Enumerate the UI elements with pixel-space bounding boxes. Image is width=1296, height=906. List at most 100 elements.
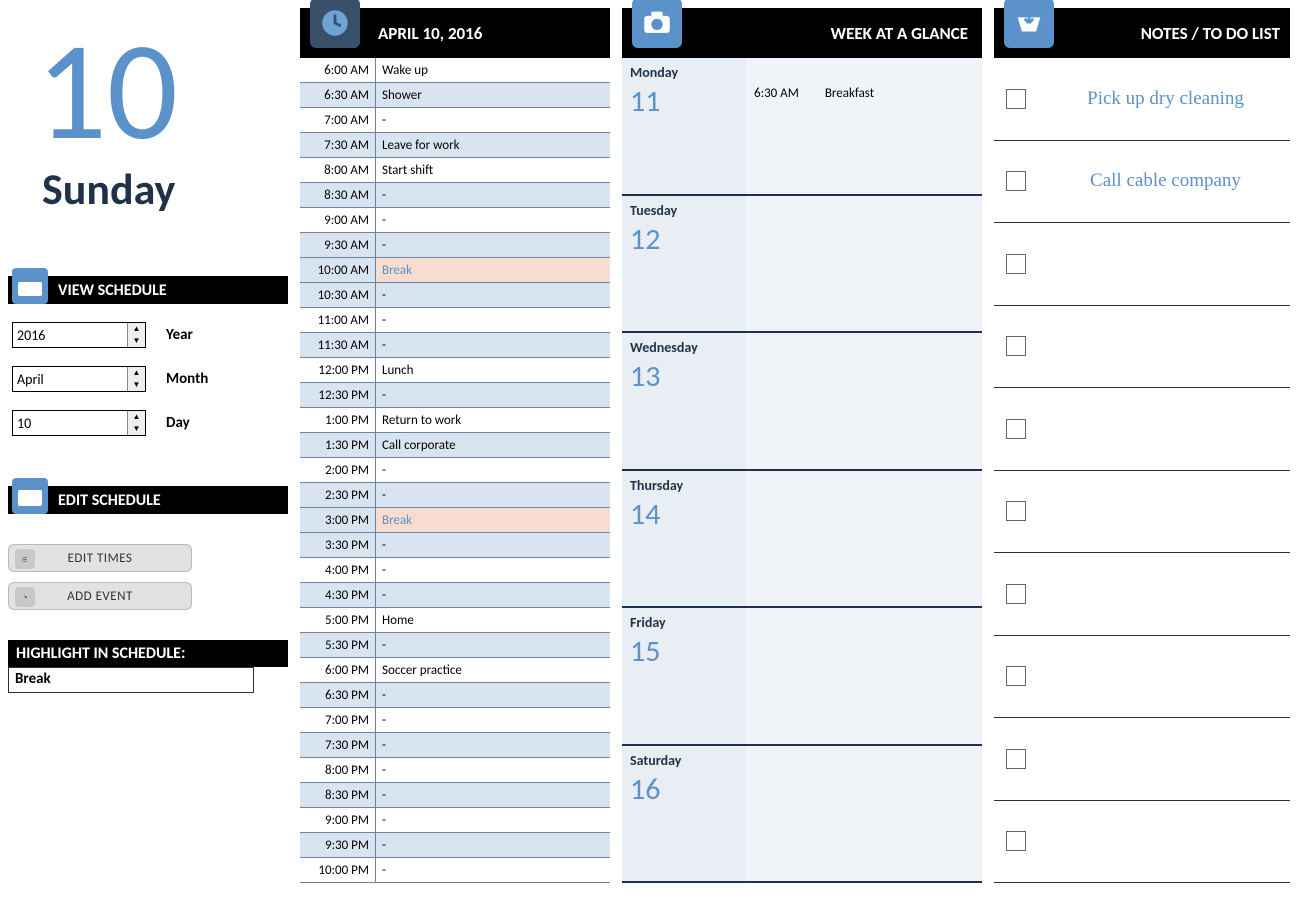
- day-spinner[interactable]: 10 ▲▼: [12, 410, 146, 436]
- schedule-event: -: [376, 208, 610, 232]
- schedule-time: 12:00 PM: [300, 358, 376, 382]
- schedule-event: -: [376, 833, 610, 857]
- schedule-time: 3:00 PM: [300, 508, 376, 532]
- schedule-event: -: [376, 333, 610, 357]
- schedule-row[interactable]: 6:00 PMSoccer practice: [300, 658, 610, 683]
- month-down-icon[interactable]: ▼: [128, 379, 145, 391]
- schedule-row[interactable]: 12:00 PMLunch: [300, 358, 610, 383]
- note-checkbox[interactable]: [1006, 749, 1026, 769]
- week-day-block[interactable]: Wednesday13: [622, 333, 982, 471]
- schedule-event: Call corporate: [376, 433, 610, 457]
- note-checkbox[interactable]: [1006, 831, 1026, 851]
- schedule-time: 11:30 AM: [300, 333, 376, 357]
- schedule-event: -: [376, 758, 610, 782]
- schedule-row[interactable]: 5:00 PMHome: [300, 608, 610, 633]
- schedule-row[interactable]: 4:30 PM-: [300, 583, 610, 608]
- week-day-block[interactable]: Saturday16: [622, 746, 982, 884]
- note-checkbox[interactable]: [1006, 419, 1026, 439]
- schedule-row[interactable]: 7:00 PM-: [300, 708, 610, 733]
- year-spinner[interactable]: 2016 ▲▼: [12, 322, 146, 348]
- schedule-row[interactable]: 9:00 AM-: [300, 208, 610, 233]
- schedule-row[interactable]: 10:00 AMBreak: [300, 258, 610, 283]
- schedule-time: 6:00 AM: [300, 58, 376, 82]
- month-spinner[interactable]: April ▲▼: [12, 366, 146, 392]
- schedule-event: Shower: [376, 83, 610, 107]
- notes-title: NOTES / TO DO LIST: [1141, 23, 1280, 44]
- week-day-number: 11: [630, 83, 738, 120]
- schedule-row[interactable]: 3:00 PMBreak: [300, 508, 610, 533]
- week-day-number: 14: [630, 496, 738, 533]
- schedule-column: APRIL 10, 2016 6:00 AMWake up6:30 AMShow…: [300, 8, 610, 883]
- day-down-icon[interactable]: ▼: [128, 423, 145, 435]
- schedule-row[interactable]: 9:30 AM-: [300, 233, 610, 258]
- day-up-icon[interactable]: ▲: [128, 411, 145, 423]
- week-day-block[interactable]: Monday116:30 AMBreakfast: [622, 58, 982, 196]
- note-checkbox[interactable]: [1006, 89, 1026, 109]
- day-label: Day: [166, 414, 190, 432]
- schedule-row[interactable]: 7:30 PM-: [300, 733, 610, 758]
- schedule-event: Lunch: [376, 358, 610, 382]
- schedule-event: Start shift: [376, 158, 610, 182]
- schedule-row[interactable]: 10:30 AM-: [300, 283, 610, 308]
- schedule-row[interactable]: 6:00 AMWake up: [300, 58, 610, 83]
- schedule-event: Break: [376, 258, 610, 282]
- schedule-row[interactable]: 12:30 PM-: [300, 383, 610, 408]
- schedule-time: 9:00 AM: [300, 208, 376, 232]
- schedule-time: 6:00 PM: [300, 658, 376, 682]
- schedule-row[interactable]: 7:30 AMLeave for work: [300, 133, 610, 158]
- schedule-row[interactable]: 4:00 PM-: [300, 558, 610, 583]
- schedule-row[interactable]: 11:30 AM-: [300, 333, 610, 358]
- schedule-time: 4:00 PM: [300, 558, 376, 582]
- schedule-event: -: [376, 183, 610, 207]
- schedule-row[interactable]: 9:00 PM-: [300, 808, 610, 833]
- note-checkbox[interactable]: [1006, 501, 1026, 521]
- note-checkbox[interactable]: [1006, 171, 1026, 191]
- schedule-row[interactable]: 8:00 PM-: [300, 758, 610, 783]
- add-event-button[interactable]: ◔ ADD EVENT: [8, 582, 192, 610]
- schedule-row[interactable]: 8:30 AM-: [300, 183, 610, 208]
- list-icon: ≡: [15, 549, 35, 569]
- note-text[interactable]: Pick up dry cleaning: [1049, 88, 1282, 110]
- schedule-event: -: [376, 308, 610, 332]
- schedule-row[interactable]: 3:30 PM-: [300, 533, 610, 558]
- year-down-icon[interactable]: ▼: [128, 335, 145, 347]
- schedule-row[interactable]: 8:30 PM-: [300, 783, 610, 808]
- schedule-event: -: [376, 733, 610, 757]
- schedule-row[interactable]: 8:00 AMStart shift: [300, 158, 610, 183]
- week-day-block[interactable]: Friday15: [622, 608, 982, 746]
- week-day-block[interactable]: Thursday14: [622, 471, 982, 609]
- week-day-block[interactable]: Tuesday12: [622, 196, 982, 334]
- schedule-row[interactable]: 6:30 AMShower: [300, 83, 610, 108]
- year-value: 2016: [17, 327, 45, 344]
- schedule-row[interactable]: 2:00 PM-: [300, 458, 610, 483]
- schedule-row[interactable]: 2:30 PM-: [300, 483, 610, 508]
- note-checkbox[interactable]: [1006, 584, 1026, 604]
- month-up-icon[interactable]: ▲: [128, 367, 145, 379]
- view-schedule-label: VIEW SCHEDULE: [58, 281, 167, 300]
- note-checkbox[interactable]: [1006, 336, 1026, 356]
- week-column: WEEK AT A GLANCE Monday116:30 AMBreakfas…: [622, 8, 982, 883]
- week-day-number: 12: [630, 221, 738, 258]
- schedule-time: 5:00 PM: [300, 608, 376, 632]
- week-day-name: Wednesday: [630, 339, 738, 356]
- note-checkbox[interactable]: [1006, 666, 1026, 686]
- schedule-row[interactable]: 11:00 AM-: [300, 308, 610, 333]
- schedule-row[interactable]: 1:00 PMReturn to work: [300, 408, 610, 433]
- schedule-time: 2:00 PM: [300, 458, 376, 482]
- schedule-row[interactable]: 6:30 PM-: [300, 683, 610, 708]
- note-row: [994, 718, 1290, 801]
- schedule-row[interactable]: 1:30 PMCall corporate: [300, 433, 610, 458]
- schedule-row[interactable]: 9:30 PM-: [300, 833, 610, 858]
- schedule-row[interactable]: 7:00 AM-: [300, 108, 610, 133]
- schedule-row[interactable]: 10:00 PM-: [300, 858, 610, 883]
- schedule-time: 4:30 PM: [300, 583, 376, 607]
- schedule-row[interactable]: 5:30 PM-: [300, 633, 610, 658]
- note-checkbox[interactable]: [1006, 254, 1026, 274]
- note-text[interactable]: Call cable company: [1049, 170, 1282, 192]
- sidebar: 10 Sunday VIEW SCHEDULE 2016 ▲▼ Year Apr…: [8, 8, 288, 883]
- highlight-input[interactable]: Break: [8, 667, 254, 693]
- year-up-icon[interactable]: ▲: [128, 323, 145, 335]
- schedule-event: Return to work: [376, 408, 610, 432]
- edit-times-button[interactable]: ≡ EDIT TIMES: [8, 544, 192, 572]
- schedule-event: -: [376, 458, 610, 482]
